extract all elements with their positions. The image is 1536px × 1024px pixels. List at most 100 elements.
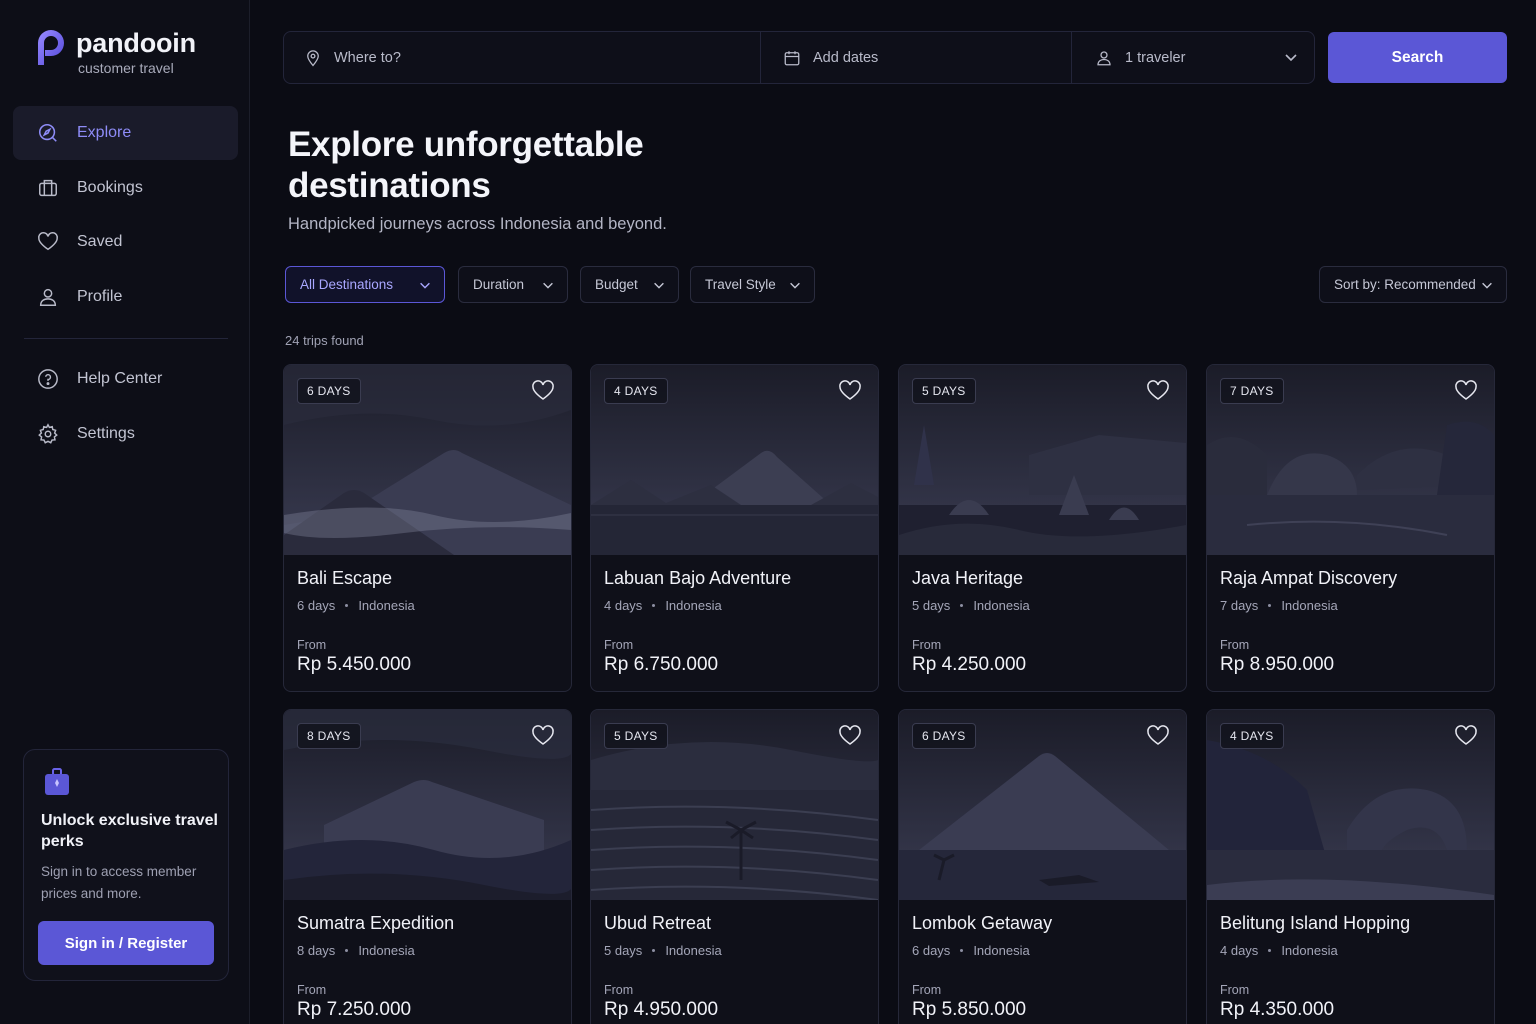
meta-separator bbox=[960, 949, 964, 952]
price-prefix: From bbox=[912, 983, 942, 997]
duration-badge: 5 DAYS bbox=[604, 723, 668, 749]
trip-country: Indonesia bbox=[665, 598, 722, 613]
trip-country: Indonesia bbox=[358, 943, 415, 958]
trip-card[interactable]: 7 DAYS Raja Ampat Discovery 7 days Indon… bbox=[1206, 364, 1495, 692]
trip-card[interactable]: 8 DAYS Sumatra Expedition 8 days Indones… bbox=[283, 709, 572, 1024]
search-button[interactable]: Search bbox=[1328, 32, 1507, 83]
filter-travel-style[interactable]: Travel Style bbox=[690, 266, 815, 303]
sort-label: Sort by: Recommended bbox=[1334, 277, 1476, 292]
trip-card[interactable]: 6 DAYS Bali Escape 6 days Indonesia From… bbox=[283, 364, 572, 692]
page-subtitle: Handpicked journeys across Indonesia and… bbox=[288, 215, 667, 233]
trip-meta: 6 days Indonesia bbox=[912, 943, 1030, 958]
trip-card[interactable]: 4 DAYS Belitung Island Hopping 4 days In… bbox=[1206, 709, 1495, 1024]
search-divider bbox=[1071, 32, 1072, 83]
nav-item-profile[interactable]: Profile bbox=[13, 270, 238, 324]
meta-separator bbox=[960, 604, 964, 607]
save-heart-icon[interactable] bbox=[531, 724, 555, 748]
heart-icon bbox=[37, 231, 59, 253]
trip-title[interactable]: Java Heritage bbox=[912, 568, 1023, 589]
trip-meta: 7 days Indonesia bbox=[1220, 598, 1338, 613]
filter-destinations[interactable]: All Destinations bbox=[285, 266, 445, 303]
save-heart-icon[interactable] bbox=[1454, 379, 1478, 403]
nav-item-explore[interactable]: Explore bbox=[13, 106, 238, 160]
trip-duration: 4 days bbox=[1220, 943, 1259, 958]
meta-separator bbox=[345, 949, 349, 952]
secondary-nav: Help Center Settings bbox=[13, 352, 238, 461]
promo-text: Sign in to access member prices and more… bbox=[41, 864, 197, 901]
trip-meta: 5 days Indonesia bbox=[604, 943, 722, 958]
filter-duration[interactable]: Duration bbox=[458, 266, 568, 303]
trip-card[interactable]: 4 DAYS Labuan Bajo Adventure 4 days Indo… bbox=[590, 364, 879, 692]
user-icon bbox=[1097, 50, 1111, 65]
primary-nav: Explore Bookings Saved Profile bbox=[13, 106, 238, 324]
trip-title[interactable]: Bali Escape bbox=[297, 568, 392, 589]
save-heart-icon[interactable] bbox=[1146, 724, 1170, 748]
travelers-select[interactable]: 1 traveler bbox=[1095, 32, 1185, 83]
trip-country: Indonesia bbox=[1281, 598, 1338, 613]
save-heart-icon[interactable] bbox=[1146, 379, 1170, 403]
chevron-down-icon bbox=[1482, 282, 1492, 289]
suitcase-icon bbox=[45, 768, 69, 795]
trip-meta: 4 days Indonesia bbox=[1220, 943, 1338, 958]
price-prefix: From bbox=[604, 638, 634, 652]
destination-field[interactable]: Where to? bbox=[304, 32, 401, 83]
nav-item-saved[interactable]: Saved bbox=[13, 215, 238, 269]
meta-separator bbox=[1268, 949, 1272, 952]
meta-separator bbox=[652, 949, 656, 952]
nav-item-help-center[interactable]: Help Center bbox=[13, 352, 238, 406]
price-prefix: From bbox=[297, 638, 327, 652]
nav-item-settings[interactable]: Settings bbox=[13, 407, 238, 461]
duration-badge: 8 DAYS bbox=[297, 723, 361, 749]
results-count: 24 trips found bbox=[285, 333, 364, 348]
trip-title[interactable]: Sumatra Expedition bbox=[297, 913, 454, 934]
trip-price: Rp 5.450.000 bbox=[297, 654, 412, 675]
trip-meta: 8 days Indonesia bbox=[297, 943, 415, 958]
pandooin-logo-icon bbox=[38, 30, 64, 65]
save-heart-icon[interactable] bbox=[838, 724, 862, 748]
trip-card[interactable]: 5 DAYS Ubud Retreat 5 days Indonesia Fro… bbox=[590, 709, 879, 1024]
meta-separator bbox=[652, 604, 656, 607]
trip-price: Rp 6.750.000 bbox=[604, 654, 719, 675]
price-prefix: From bbox=[912, 638, 942, 652]
trip-price: Rp 7.250.000 bbox=[297, 999, 412, 1020]
filter-budget[interactable]: Budget bbox=[580, 266, 679, 303]
trip-title[interactable]: Raja Ampat Discovery bbox=[1220, 568, 1397, 589]
trip-title[interactable]: Ubud Retreat bbox=[604, 913, 711, 934]
trip-card[interactable]: 5 DAYS Java Heritage 5 days Indonesia Fr… bbox=[898, 364, 1187, 692]
chevron-down-icon[interactable] bbox=[1283, 49, 1299, 65]
price-prefix: From bbox=[1220, 638, 1250, 652]
duration-badge: 4 DAYS bbox=[604, 378, 668, 404]
sort-select[interactable]: Sort by: Recommended bbox=[1319, 266, 1507, 303]
trip-country: Indonesia bbox=[665, 943, 722, 958]
nav-label-bookings: Bookings bbox=[77, 178, 143, 196]
trip-duration: 6 days bbox=[297, 598, 336, 613]
travelers-value: 1 traveler bbox=[1125, 49, 1186, 66]
trip-duration: 5 days bbox=[912, 598, 951, 613]
trip-duration: 7 days bbox=[1220, 598, 1259, 613]
brand-logo[interactable]: pandooin customer travel bbox=[34, 28, 196, 76]
save-heart-icon[interactable] bbox=[1454, 724, 1478, 748]
trip-price: Rp 5.850.000 bbox=[912, 999, 1027, 1020]
trip-duration: 4 days bbox=[604, 598, 643, 613]
brand-subtitle: customer travel bbox=[78, 60, 174, 76]
trip-title[interactable]: Belitung Island Hopping bbox=[1220, 913, 1410, 934]
trip-country: Indonesia bbox=[973, 598, 1030, 613]
trip-title[interactable]: Labuan Bajo Adventure bbox=[604, 568, 791, 589]
trip-duration: 5 days bbox=[604, 943, 643, 958]
dates-placeholder: Add dates bbox=[813, 49, 879, 66]
trip-card[interactable]: 6 DAYS Lombok Getaway 6 days Indonesia F… bbox=[898, 709, 1187, 1024]
dates-field[interactable]: Add dates bbox=[783, 32, 878, 83]
destination-placeholder: Where to? bbox=[334, 49, 401, 66]
meta-separator bbox=[1268, 604, 1272, 607]
trip-title[interactable]: Lombok Getaway bbox=[912, 913, 1052, 934]
promo-title: Unlock exclusive travel perks bbox=[41, 812, 218, 850]
nav-label-saved: Saved bbox=[77, 233, 123, 250]
save-heart-icon[interactable] bbox=[531, 379, 555, 403]
chevron-down-icon bbox=[654, 282, 664, 289]
user-icon bbox=[37, 286, 59, 308]
filter-destinations-label: All Destinations bbox=[300, 277, 394, 292]
save-heart-icon[interactable] bbox=[838, 379, 862, 403]
chevron-down-icon bbox=[543, 282, 553, 289]
sign-in-register-button[interactable]: Sign in / Register bbox=[38, 921, 214, 965]
nav-item-bookings[interactable]: Bookings bbox=[13, 161, 238, 215]
